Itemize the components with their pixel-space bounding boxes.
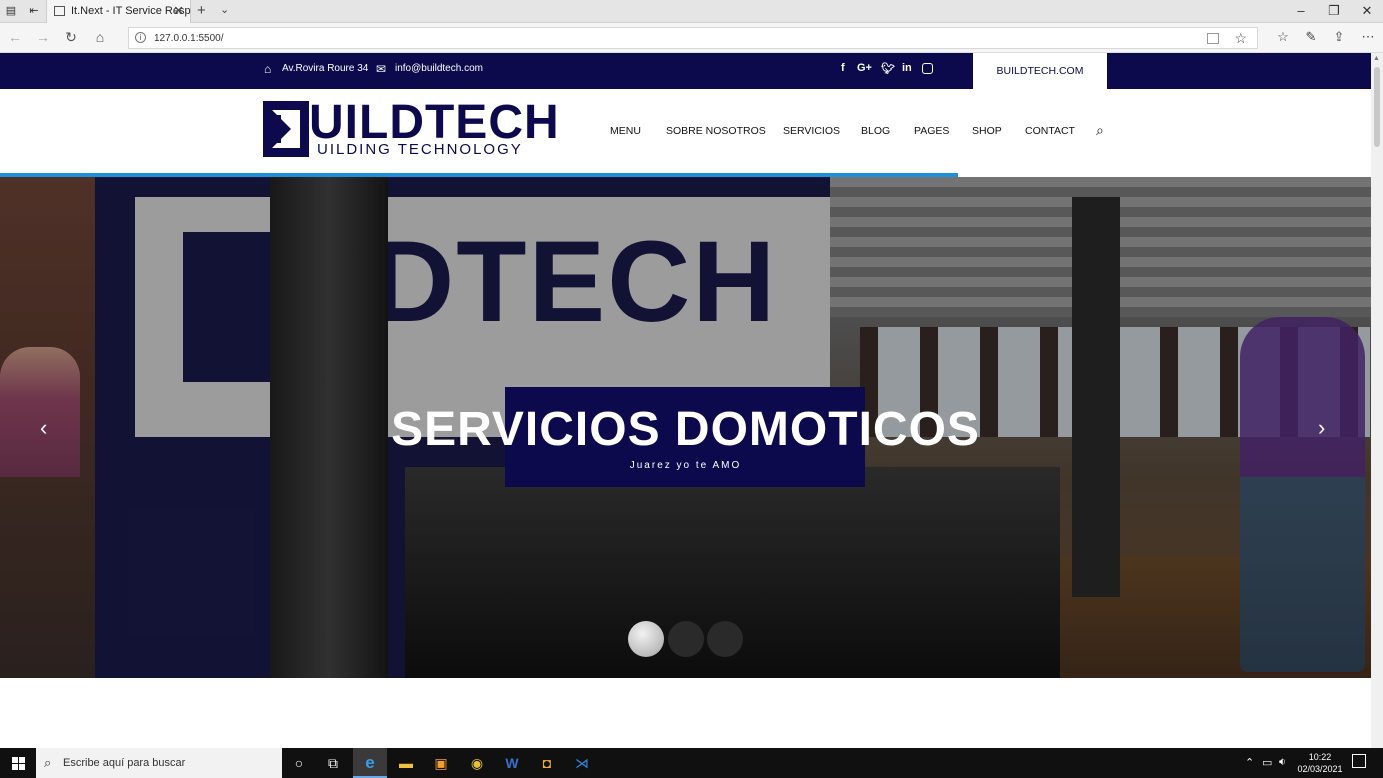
minimize-icon[interactable]: – — [1291, 3, 1311, 18]
refresh-icon[interactable]: ↻ — [62, 29, 80, 46]
close-tab-icon[interactable]: ✕ — [173, 3, 184, 19]
logo-tagline: UILDING TECHNOLOGY — [317, 141, 523, 158]
network-icon[interactable]: ▭ — [1262, 756, 1272, 769]
nav-item-servicios[interactable]: SERVICIOS — [783, 125, 840, 137]
nav-item-shop[interactable]: SHOP — [972, 125, 1002, 137]
search-placeholder: Escribe aquí para buscar — [63, 757, 186, 769]
file-explorer-icon[interactable]: ▬ — [389, 748, 423, 778]
nav-item-pages[interactable]: PAGES — [914, 125, 949, 137]
forward-icon[interactable]: → — [34, 29, 52, 45]
web-page: ⌂ Av.Rovira Roure 34 ✉ info@buildtech.co… — [0, 53, 1371, 748]
volume-icon[interactable]: 🔉︎ — [1279, 756, 1286, 769]
home-icon[interactable]: ⌂ — [91, 29, 109, 45]
clock-date: 02/03/2021 — [1297, 764, 1343, 774]
edge-icon[interactable]: e — [353, 748, 387, 778]
nav-item-blog[interactable]: BLOG — [861, 125, 890, 137]
email-link[interactable]: info@buildtech.com — [395, 63, 483, 74]
next-slide-icon[interactable]: › — [1318, 415, 1325, 441]
address-text: Av.Rovira Roure 34 — [282, 63, 369, 74]
twitter-icon[interactable]: 🐦︎ — [881, 62, 895, 75]
tab-back-icon[interactable]: ⇤ — [27, 4, 41, 18]
google-plus-icon[interactable]: G+ — [857, 62, 872, 74]
browser-tab-bar: ▤ ⇤ It.Next - IT Service Resp ✕ + ⌄ – ❐ … — [0, 0, 1383, 23]
windows-start-icon[interactable] — [0, 748, 36, 778]
top-info-bar: ⌂ Av.Rovira Roure 34 ✉ info@buildtech.co… — [0, 53, 1371, 89]
nav-item-menu[interactable]: MENU — [610, 125, 641, 137]
linkedin-icon[interactable]: in — [902, 62, 912, 74]
url-field[interactable]: i 127.0.0.1:5500/ ☆ — [128, 27, 1258, 49]
page-icon — [54, 6, 65, 16]
nav-item-contact[interactable]: CONTACT — [1025, 125, 1075, 137]
url-text: 127.0.0.1:5500/ — [154, 33, 224, 44]
nav-item-sobre-nosotros[interactable]: SOBRE NOSOTROS — [666, 125, 766, 137]
facebook-icon[interactable]: f — [841, 62, 845, 74]
chevron-down-icon[interactable]: ⌄ — [220, 3, 229, 16]
logo-b-mark-icon — [263, 101, 309, 157]
store-icon[interactable]: ▣ — [424, 748, 458, 778]
taskbar-clock[interactable]: 10:22 02/03/2021 — [1294, 751, 1346, 775]
hero-slider: UILDTECH SERVICIOS DOMOTICOS Juarez yo t… — [0, 177, 1371, 678]
restore-icon[interactable]: ❐ — [1324, 3, 1344, 19]
cortana-icon[interactable]: ○ — [282, 748, 316, 778]
taskbar-search[interactable]: ⌕ Escribe aquí para buscar — [36, 748, 282, 778]
word-icon[interactable]: W — [495, 748, 529, 778]
home-icon: ⌂ — [264, 62, 272, 76]
chrome-icon[interactable]: ◉ — [460, 748, 494, 778]
pen-icon[interactable]: ✎ — [1302, 29, 1320, 45]
favorites-icon[interactable]: ☆ — [1274, 29, 1292, 45]
site-header: UILDTECH UILDING TECHNOLOGY MENU SOBRE N… — [0, 89, 1371, 174]
instagram-icon[interactable] — [922, 63, 933, 74]
new-tab-icon[interactable]: + — [197, 2, 206, 19]
envelope-icon: ✉ — [376, 62, 387, 76]
more-icon[interactable]: ⋯ — [1359, 29, 1377, 45]
info-icon[interactable]: i — [135, 32, 146, 43]
close-window-icon[interactable]: ✕ — [1357, 3, 1377, 19]
back-icon[interactable]: ← — [6, 29, 24, 45]
slide-dot-2[interactable] — [668, 621, 704, 657]
search-icon[interactable]: ⌕ — [1096, 122, 1104, 139]
page-scrollbar[interactable]: ▲ — [1371, 53, 1383, 748]
browser-tab[interactable]: It.Next - IT Service Resp ✕ — [46, 0, 191, 23]
notification-icon[interactable] — [1352, 754, 1366, 768]
share-icon[interactable]: ⇪ — [1330, 29, 1348, 45]
prev-slide-icon[interactable]: ‹ — [40, 415, 47, 441]
search-icon: ⌕ — [44, 755, 52, 770]
scroll-up-icon[interactable]: ▲ — [1373, 55, 1380, 62]
chevron-up-icon[interactable]: ⌃ — [1245, 756, 1254, 769]
slide-dot-3[interactable] — [707, 621, 743, 657]
windows-taskbar: ⌕ Escribe aquí para buscar ○ ⧉ e ▬ ▣ ◉ W… — [0, 748, 1383, 778]
scrollbar-thumb[interactable] — [1374, 67, 1380, 147]
app-icon[interactable]: ◘ — [530, 748, 564, 778]
reading-view-icon[interactable] — [1207, 33, 1219, 44]
slide-dot-1[interactable] — [628, 621, 664, 657]
task-view-icon[interactable]: ⧉ — [316, 748, 350, 778]
buildtech-logo[interactable]: UILDTECH UILDING TECHNOLOGY — [263, 96, 568, 158]
address-bar: ← → ↻ ⌂ i 127.0.0.1:5500/ ☆ ☆ ✎ ⇪ ⋯ — [0, 23, 1383, 53]
hero-title: SERVICIOS DOMOTICOS — [391, 403, 980, 456]
favorite-star-icon[interactable]: ☆ — [1234, 30, 1247, 47]
vscode-icon[interactable]: ⋊ — [565, 748, 599, 778]
hero-subtitle: Juarez yo te AMO — [629, 460, 742, 471]
clock-time: 10:22 — [1308, 752, 1332, 762]
domain-button[interactable]: BUILDTECH.COM — [973, 53, 1107, 89]
tab-list-icon[interactable]: ▤ — [4, 4, 18, 18]
